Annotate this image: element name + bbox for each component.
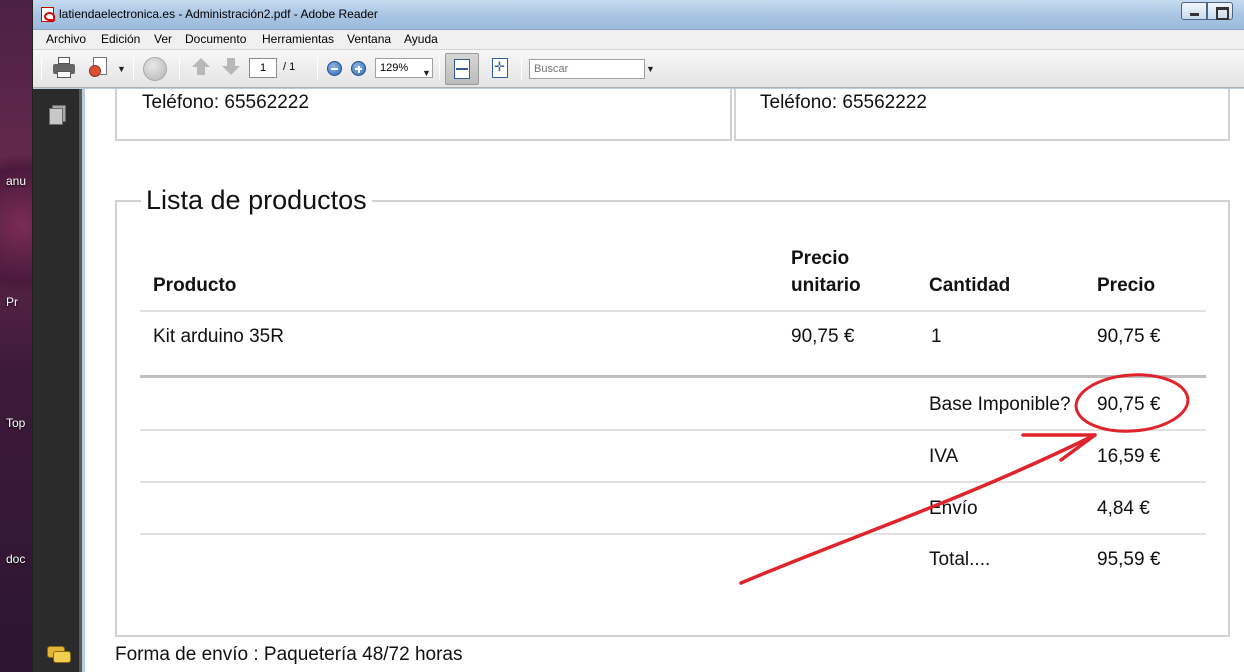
fit-width-icon	[454, 59, 470, 79]
window-title: latiendaelectronica.es - Administración2…	[59, 7, 378, 21]
pdf-icon	[41, 7, 55, 22]
desktop-icon-label[interactable]: doc	[6, 552, 25, 566]
zoom-in-icon[interactable]	[351, 61, 366, 76]
toolbar-separator	[179, 58, 180, 80]
pages-icon[interactable]	[49, 105, 66, 125]
menu-edicion[interactable]: Edición	[101, 32, 140, 46]
desktop-icon-label[interactable]: Top	[6, 416, 25, 430]
minimize-button[interactable]	[1181, 2, 1207, 20]
zoom-select[interactable]: 129% ▼	[375, 58, 433, 78]
toolbar: ▼ / 1 129% ▼ ▼	[33, 50, 1244, 88]
toolbar-grip	[41, 58, 42, 80]
menu-documento[interactable]: Documento	[185, 32, 246, 46]
navigation-panel	[33, 89, 82, 672]
toolbar-separator	[133, 58, 134, 80]
toolbar-separator	[521, 58, 522, 80]
previous-page-icon[interactable]	[191, 57, 211, 77]
desktop-icon-label[interactable]: anu	[6, 174, 26, 188]
zoom-value: 129%	[380, 62, 409, 74]
arrow-annotation	[739, 433, 1097, 585]
menu-herramientas[interactable]: Herramientas	[262, 32, 334, 46]
toolbar-separator	[439, 58, 440, 80]
highlight-ellipse-annotation	[1074, 373, 1190, 433]
chevron-down-icon: ▼	[422, 68, 431, 78]
search-input[interactable]	[529, 59, 645, 79]
print-icon[interactable]	[53, 57, 75, 79]
export-icon[interactable]	[89, 57, 111, 79]
desktop-icon-label[interactable]: Pr	[6, 295, 18, 309]
comments-icon[interactable]	[47, 646, 71, 663]
fit-window-icon[interactable]	[489, 57, 511, 79]
next-page-icon[interactable]	[221, 57, 241, 77]
menu-bar: Archivo Edición Ver Documento Herramient…	[33, 30, 1244, 50]
red-annotation	[739, 373, 1190, 585]
chevron-down-icon[interactable]: ▼	[117, 64, 126, 74]
title-bar[interactable]: latiendaelectronica.es - Administración2…	[33, 0, 1244, 30]
document-view[interactable]: Teléfono: 65562222 Teléfono: 65562222 Li…	[85, 89, 1244, 672]
zoom-out-icon[interactable]	[327, 61, 342, 76]
menu-ventana[interactable]: Ventana	[347, 32, 391, 46]
chevron-down-icon[interactable]: ▼	[646, 64, 655, 74]
desktop-background: anu Pr Top doc	[0, 0, 36, 672]
page-number-input[interactable]	[249, 58, 277, 78]
adobe-reader-window: latiendaelectronica.es - Administración2…	[32, 0, 1244, 672]
toolbar-separator	[317, 58, 318, 80]
menu-ayuda[interactable]: Ayuda	[404, 32, 438, 46]
page-total: / 1	[283, 61, 296, 73]
menu-ver[interactable]: Ver	[154, 32, 172, 46]
collaborate-icon[interactable]	[143, 57, 167, 81]
fit-width-button[interactable]	[445, 53, 479, 85]
desktop-wallpaper-shape	[0, 140, 36, 310]
maximize-button[interactable]	[1207, 2, 1233, 20]
menu-archivo[interactable]: Archivo	[46, 32, 86, 46]
